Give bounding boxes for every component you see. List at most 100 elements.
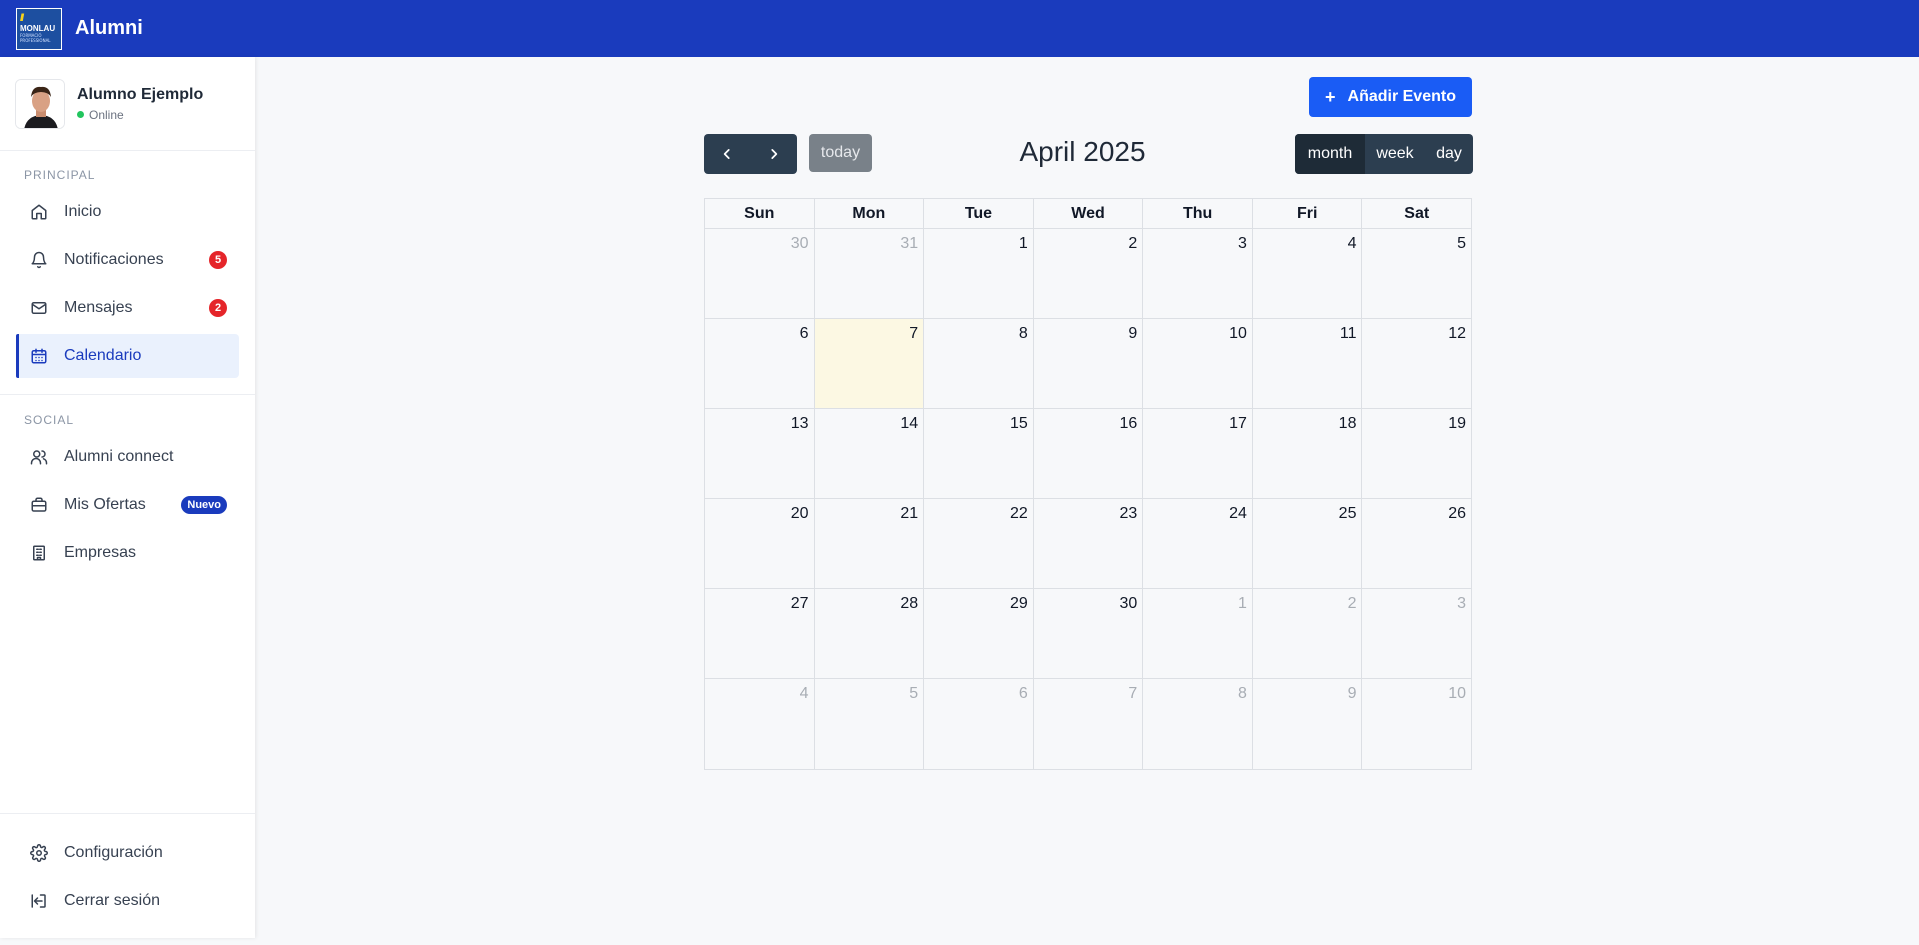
day-cell[interactable]: 2	[1253, 589, 1363, 678]
sidebar-item-label: Alumni connect	[64, 448, 174, 465]
weekday-header: Tue	[924, 199, 1034, 228]
online-dot-icon	[77, 111, 84, 118]
sidebar-item-alumni-connect[interactable]: Alumni connect	[16, 435, 239, 479]
day-cell[interactable]: 10	[1143, 319, 1253, 408]
view-week-button[interactable]: week	[1365, 134, 1425, 174]
section-label-principal: PRINCIPAL	[24, 168, 96, 182]
day-cell[interactable]: 5	[1362, 229, 1471, 318]
avatar	[15, 78, 65, 129]
today-button[interactable]: today	[809, 134, 872, 172]
prev-month-button[interactable]	[704, 134, 751, 174]
sidebar-item-label: Mis Ofertas	[64, 496, 146, 513]
day-cell[interactable]: 24	[1143, 499, 1253, 588]
week-row: 20 21 22 23 24 25 26	[705, 499, 1471, 589]
day-cell[interactable]: 8	[924, 319, 1034, 408]
weekday-header: Sat	[1404, 205, 1430, 222]
day-cell[interactable]: 26	[1362, 499, 1471, 588]
users-icon	[30, 448, 48, 466]
chevron-right-icon	[771, 149, 777, 159]
sidebar-item-label: Mensajes	[64, 299, 133, 316]
monlau-logo[interactable]: /// MONLAU FORMACIÓ PROFESSIONAL	[16, 7, 62, 50]
day-cell[interactable]: 6	[924, 679, 1034, 769]
sidebar-item-label: Inicio	[64, 203, 102, 220]
view-day-button[interactable]: day	[1425, 134, 1473, 174]
day-cell[interactable]: 29	[924, 589, 1034, 678]
sidebar-item-configuracion[interactable]: Configuración	[16, 831, 239, 875]
sidebar-item-inicio[interactable]: Inicio	[16, 190, 239, 234]
day-cell[interactable]: 19	[1362, 409, 1471, 498]
day-cell[interactable]: 7	[1034, 679, 1144, 769]
sidebar-item-label: Configuración	[64, 844, 163, 861]
day-cell[interactable]: 21	[815, 499, 925, 588]
logo-name: MONLAU	[20, 24, 56, 33]
day-cell[interactable]: 18	[1253, 409, 1363, 498]
day-cell[interactable]: 28	[815, 589, 925, 678]
day-cell[interactable]: 4	[705, 679, 815, 769]
week-row: 6 7 8 9 10 11 12	[705, 319, 1471, 409]
day-cell[interactable]: 1	[1143, 589, 1253, 678]
sidebar-item-cerrar-sesion[interactable]: Cerrar sesión	[16, 879, 239, 923]
view-switcher: month week day	[1295, 134, 1473, 174]
next-month-button[interactable]	[751, 134, 798, 174]
view-month-button[interactable]: month	[1295, 134, 1365, 174]
app-title: Alumni	[75, 17, 143, 39]
user-profile[interactable]: Alumno Ejemplo Online	[0, 57, 255, 151]
day-cell[interactable]: 4	[1253, 229, 1363, 318]
sidebar-item-notificaciones[interactable]: Notificaciones 5	[16, 238, 239, 282]
weekday-header: Wed	[1034, 199, 1144, 228]
day-cell[interactable]: 16	[1034, 409, 1144, 498]
sidebar-item-mensajes[interactable]: Mensajes 2	[16, 286, 239, 330]
sidebar: Alumno Ejemplo Online PRINCIPAL Inicio N…	[0, 57, 255, 938]
day-cell-today[interactable]: 7	[814, 319, 925, 408]
day-cell[interactable]: 11	[1253, 319, 1363, 408]
day-cell[interactable]: 30	[705, 229, 815, 318]
week-row: 30 31 1 2 3 4 5	[705, 229, 1471, 319]
day-cell[interactable]: 23	[1034, 499, 1144, 588]
day-cell[interactable]: 2	[1034, 229, 1144, 318]
sidebar-item-empresas[interactable]: Empresas	[16, 531, 239, 575]
sidebar-item-mis-ofertas[interactable]: Mis Ofertas Nuevo	[16, 483, 239, 527]
notification-count-badge: 5	[209, 251, 227, 269]
day-cell[interactable]: 6	[705, 319, 815, 408]
add-event-button[interactable]: + Añadir Evento	[1309, 77, 1472, 117]
day-cell[interactable]: 9	[1034, 319, 1144, 408]
day-cell[interactable]: 25	[1253, 499, 1363, 588]
weekday-header: Mon	[815, 199, 925, 228]
status-text: Online	[89, 107, 124, 122]
day-cell[interactable]: 10	[1362, 679, 1471, 769]
day-cell[interactable]: 3	[1362, 589, 1471, 678]
day-cell[interactable]: 14	[815, 409, 925, 498]
add-event-label: Añadir Evento	[1347, 88, 1456, 105]
day-cell[interactable]: 13	[705, 409, 815, 498]
day-cell[interactable]: 3	[1143, 229, 1253, 318]
day-cell[interactable]: 27	[705, 589, 815, 678]
new-badge: Nuevo	[181, 496, 227, 514]
day-cell[interactable]: 12	[1362, 319, 1471, 408]
weekday-header: Fri	[1253, 199, 1363, 228]
briefcase-icon	[30, 496, 48, 514]
day-cell[interactable]: 15	[924, 409, 1034, 498]
day-cell[interactable]: 31	[815, 229, 925, 318]
day-cell[interactable]: 1	[924, 229, 1034, 318]
day-cell[interactable]: 9	[1253, 679, 1363, 769]
calendar-icon	[30, 347, 48, 365]
profile-status: Online	[77, 108, 203, 122]
top-bar: /// MONLAU FORMACIÓ PROFESSIONAL Alumni	[0, 0, 1919, 57]
day-cell[interactable]: 30	[1034, 589, 1144, 678]
mail-icon	[30, 299, 48, 317]
week-row: 4 5 6 7 8 9 10	[705, 679, 1471, 769]
weekday-header: Thu	[1143, 199, 1253, 228]
day-cell[interactable]: 22	[924, 499, 1034, 588]
sidebar-divider	[0, 394, 255, 395]
day-cell[interactable]: 20	[705, 499, 815, 588]
day-cell[interactable]: 8	[1143, 679, 1253, 769]
logo-mark-icon: ///	[20, 13, 25, 24]
sidebar-item-label: Notificaciones	[64, 251, 164, 268]
sidebar-item-calendario[interactable]: Calendario	[16, 334, 239, 378]
plus-icon: +	[1325, 86, 1336, 107]
bell-icon	[30, 251, 48, 269]
day-cell[interactable]: 17	[1143, 409, 1253, 498]
day-cell[interactable]: 5	[815, 679, 925, 769]
sidebar-item-label: Calendario	[64, 347, 142, 364]
sidebar-item-label: Cerrar sesión	[64, 892, 161, 909]
